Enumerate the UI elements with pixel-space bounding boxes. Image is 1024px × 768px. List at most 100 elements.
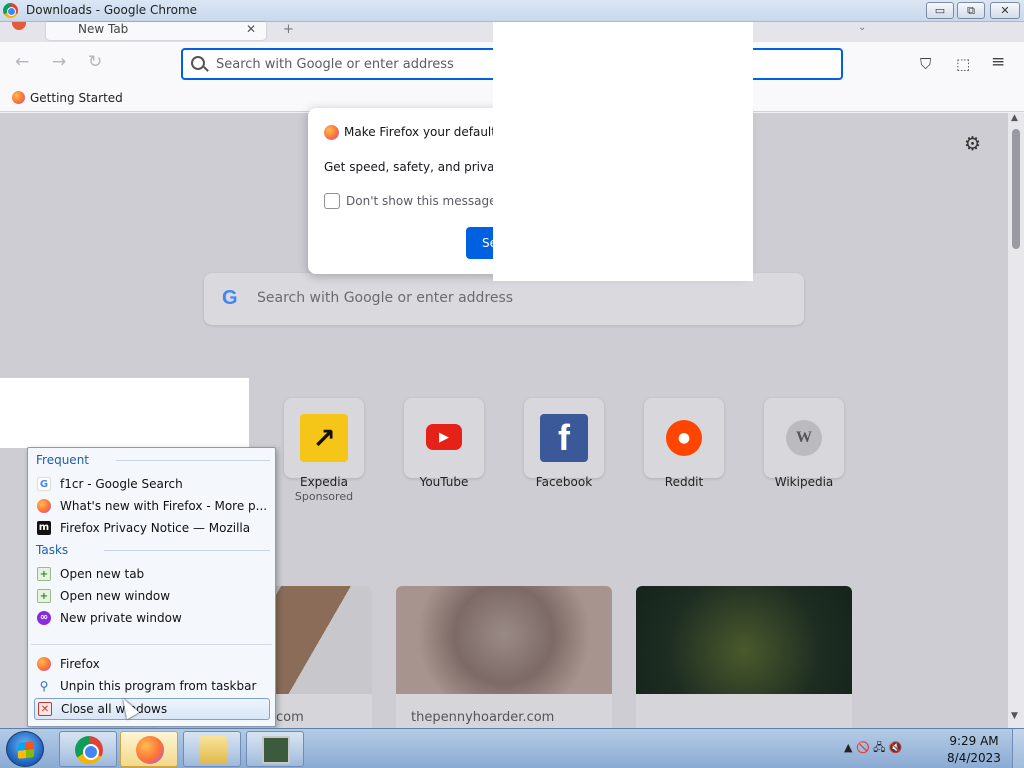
jump-list-item[interactable]: m Firefox Privacy Notice — Mozilla [34, 517, 270, 539]
dialog-title: Make Firefox your default br [344, 125, 513, 139]
jump-list-frequent-header: Frequent [36, 453, 89, 467]
shortcut-sponsored-label: Sponsored [294, 490, 354, 503]
chrome-icon [3, 3, 18, 18]
gear-icon[interactable]: ⚙ [964, 133, 981, 155]
jump-list-app-label: Close all windows [61, 702, 168, 716]
dont-show-again-checkbox[interactable] [324, 193, 340, 209]
clock-date[interactable]: 8/4/2023 [944, 751, 1004, 765]
expedia-icon: ↗ [300, 414, 348, 462]
jump-list-item-label: What's new with Firefox - More p... [60, 499, 268, 513]
taskbar-firefox[interactable] [120, 731, 178, 767]
divider [104, 550, 270, 551]
story-source: thepennyhoarder.com [411, 710, 555, 725]
jump-list-task[interactable]: + Open new window [34, 585, 270, 607]
close-window-button[interactable]: ✕ [990, 2, 1020, 19]
firefox-icon [37, 499, 51, 513]
tab-close-icon[interactable]: ✕ [246, 22, 256, 36]
jump-list-task-label: Open new window [60, 589, 171, 603]
shortcut-tile-youtube[interactable]: ▶ [404, 398, 484, 478]
taskbar-explorer[interactable] [183, 731, 241, 767]
window-titlebar: Downloads - Google Chrome ▭ ⧉ ✕ [0, 0, 1024, 22]
shortcut-tile-wikipedia[interactable]: W [764, 398, 844, 478]
jump-list-item[interactable]: What's new with Firefox - More p... [34, 495, 270, 517]
jump-list-app-item[interactable]: ⚲ Unpin this program from taskbar [34, 675, 270, 697]
firefox-icon [136, 736, 164, 764]
unpin-icon: ⚲ [39, 679, 49, 693]
story-source: com [276, 710, 304, 725]
shortcut-tile-facebook[interactable]: f [524, 398, 604, 478]
firefox-view-icon[interactable] [12, 22, 26, 30]
taskbar: ▲ 🚫 🖧 🔇 9:29 AM 8/4/2023 [0, 728, 1024, 768]
firefox-jump-list: Frequent G f1cr - Google Search What's n… [27, 447, 276, 727]
page-scrollbar[interactable]: ▲ ▼ [1008, 113, 1024, 728]
scrollbar-thumb[interactable] [1012, 129, 1020, 249]
shortcut-label: Facebook [535, 475, 593, 489]
mozilla-icon: m [37, 521, 51, 535]
close-window-icon: ✕ [38, 702, 52, 716]
folder-icon [199, 736, 227, 764]
shortcut-label: YouTube [419, 475, 469, 489]
back-button[interactable]: ← [15, 52, 29, 72]
jump-list-task-label: New private window [60, 611, 182, 625]
dont-show-again-label[interactable]: Don't show this message ag [346, 194, 515, 208]
tab-label: New Tab [78, 22, 129, 36]
address-bar-placeholder: Search with Google or enter address [216, 57, 454, 72]
taskbar-chrome[interactable] [59, 731, 117, 767]
shortcut-tile-reddit[interactable]: ● [644, 398, 724, 478]
wikipedia-icon: W [786, 420, 822, 456]
window-title: Downloads - Google Chrome [26, 3, 198, 17]
menu-icon[interactable]: ≡ [991, 52, 1005, 72]
google-icon: G [37, 477, 51, 491]
jump-list-task[interactable]: ∞ New private window [34, 607, 270, 629]
jump-list-task-label: Open new tab [60, 567, 145, 581]
story-card[interactable] [636, 586, 852, 728]
ntp-search-placeholder: Search with Google or enter address [257, 290, 514, 306]
scroll-down-icon[interactable]: ▼ [1011, 711, 1018, 721]
tab-new-tab[interactable]: New Tab ✕ [46, 22, 266, 40]
scroll-up-icon[interactable]: ▲ [1011, 113, 1018, 123]
show-desktop-button[interactable] [1012, 729, 1024, 768]
new-window-icon: + [37, 589, 51, 603]
taskbar-task-manager[interactable] [246, 731, 304, 767]
pocket-icon[interactable]: ⛉ [920, 55, 931, 73]
story-image [636, 586, 852, 694]
start-button[interactable] [6, 731, 44, 767]
youtube-icon: ▶ [426, 424, 462, 450]
shortcut-label: Wikipedia [774, 475, 834, 489]
firefox-icon [37, 657, 51, 671]
search-icon [191, 56, 205, 70]
bookmark-label: Getting Started [30, 91, 123, 105]
jump-list-item-label: f1cr - Google Search [60, 477, 183, 491]
new-tab-button[interactable]: + [283, 22, 294, 37]
google-icon: G [222, 287, 238, 309]
forward-button[interactable]: → [52, 52, 66, 72]
jump-list-tasks-header: Tasks [36, 543, 69, 557]
story-card[interactable]: thepennyhoarder.com [396, 586, 612, 728]
jump-list-item-label: Firefox Privacy Notice — Mozilla [60, 521, 251, 535]
jump-list-app-label: Unpin this program from taskbar [60, 679, 257, 693]
facebook-icon: f [540, 414, 588, 462]
list-all-tabs-icon[interactable]: ⌄ [858, 22, 866, 33]
jump-list-item[interactable]: G f1cr - Google Search [34, 473, 270, 495]
blank-overlay [493, 22, 753, 281]
windows-logo-icon [18, 741, 34, 759]
system-tray[interactable]: ▲ 🚫 🖧 🔇 [844, 739, 903, 758]
firefox-icon [12, 91, 25, 104]
chrome-icon [75, 736, 103, 764]
shortcut-label: Expedia [300, 475, 348, 489]
shortcut-label: Reddit [664, 475, 704, 489]
new-tab-icon: + [37, 567, 51, 581]
clock-time[interactable]: 9:29 AM [944, 734, 1004, 748]
restore-button[interactable]: ⧉ [957, 2, 985, 19]
firefox-icon [324, 125, 339, 140]
minimize-button[interactable]: ▭ [926, 2, 954, 19]
close-all-windows-item[interactable]: ✕ Close all windows [34, 698, 270, 720]
divider [31, 644, 272, 645]
jump-list-app-item[interactable]: Firefox [34, 653, 270, 675]
jump-list-task[interactable]: + Open new tab [34, 563, 270, 585]
reload-button[interactable]: ↻ [88, 52, 102, 72]
extensions-icon[interactable]: ⬚ [956, 55, 970, 73]
bookmark-getting-started[interactable]: Getting Started [12, 91, 123, 105]
shortcut-tile-expedia[interactable]: ↗ [284, 398, 364, 478]
task-manager-icon [262, 736, 290, 764]
